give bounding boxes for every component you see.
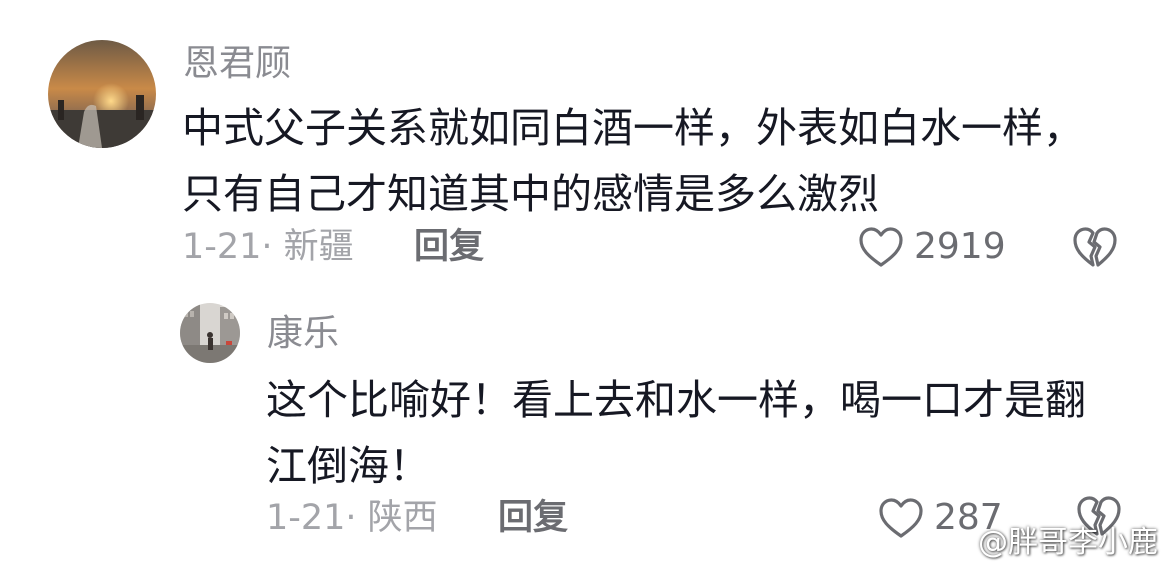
like-count: 2919 xyxy=(914,226,1006,267)
watermark-text: @胖哥李小鹿 xyxy=(978,525,1158,560)
reply-text: 这个比喻好！看上去和水一样，喝一口才是翻江倒海！ xyxy=(266,376,1086,490)
weibo-logo-icon xyxy=(938,533,971,556)
heart-outline-icon xyxy=(859,227,903,267)
heart-outline-icon xyxy=(879,498,923,538)
reply-username[interactable]: 康乐 xyxy=(267,312,339,356)
reply-date-location: 1-21· 陕西 xyxy=(266,498,438,538)
comment-text: 中式父子关系就如同白酒一样，外表如白水一样，只有自己才知道其中的感情是多么激烈 xyxy=(182,104,1084,218)
comment-date-location: 1-21· 新疆 xyxy=(182,227,354,267)
reply-reply-button[interactable]: 回复 xyxy=(498,496,568,540)
like-button[interactable]: 2919 xyxy=(858,225,1006,269)
watermark: @胖哥李小鹿 xyxy=(938,525,1158,561)
comment-username[interactable]: 恩君顾 xyxy=(183,42,291,86)
reply-button[interactable]: 回复 xyxy=(414,225,484,269)
avatar-street-image xyxy=(180,303,240,363)
reply-avatar[interactable] xyxy=(180,303,240,363)
avatar-sunset-image xyxy=(48,40,156,148)
broken-heart-icon xyxy=(1073,227,1117,267)
avatar[interactable] xyxy=(48,40,156,148)
dislike-button[interactable] xyxy=(1072,225,1118,273)
